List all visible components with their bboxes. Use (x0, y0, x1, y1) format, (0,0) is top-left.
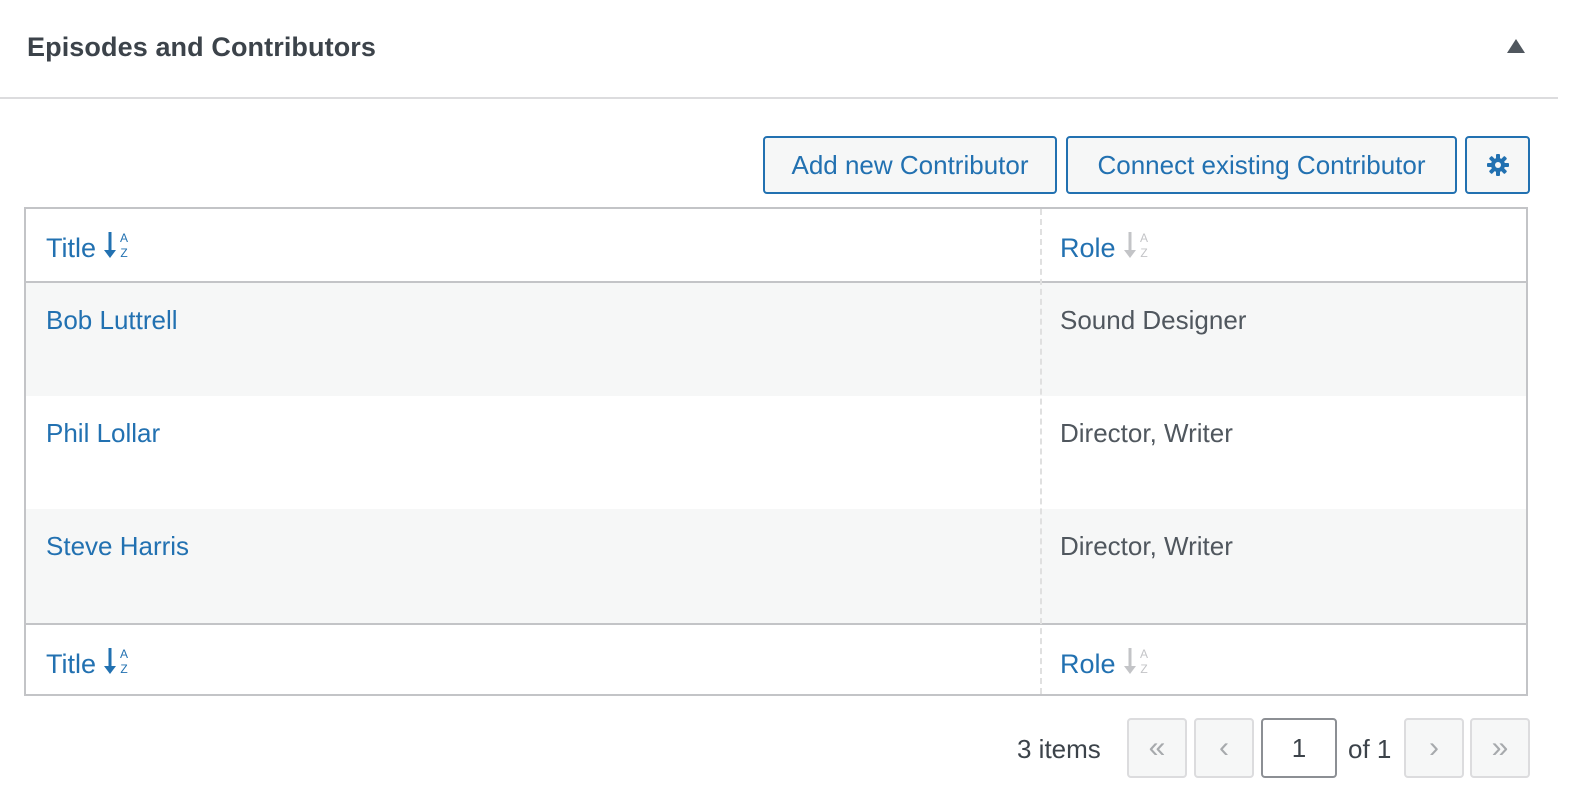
sort-by-role-header[interactable]: Role A Z (1060, 229, 1152, 268)
table-row: Phil Lollar Director, Writer (26, 396, 1526, 509)
sort-by-title-footer[interactable]: Title A Z (46, 645, 132, 684)
items-count: 3 items (1017, 734, 1101, 764)
svg-text:A: A (1140, 231, 1148, 245)
next-page-button: › (1404, 718, 1464, 778)
title-header-label: Title (46, 233, 97, 263)
table-row: Bob Luttrell Sound Designer (26, 283, 1526, 396)
contributor-title-link[interactable]: Phil Lollar (46, 418, 160, 449)
svg-text:Z: Z (120, 662, 127, 676)
sort-by-title-header[interactable]: Title A Z (46, 229, 132, 268)
table-row: Steve Harris Director, Writer (26, 509, 1526, 623)
triangle-up-icon (1507, 39, 1525, 53)
add-new-contributor-button[interactable]: Add new Contributor (763, 136, 1057, 194)
title-footer-label: Title (46, 649, 97, 679)
svg-text:A: A (120, 231, 128, 245)
first-page-button: « (1127, 718, 1187, 778)
previous-page-button: ‹ (1194, 718, 1254, 778)
svg-text:Z: Z (1140, 662, 1147, 676)
role-header-label: Role (1060, 233, 1116, 263)
pagination: 3 items « ‹ of 1 › » (0, 718, 1576, 778)
total-pages: of 1 (1348, 734, 1392, 764)
sort-inactive-icon: A Z (1123, 645, 1152, 684)
contributor-role: Director, Writer (1060, 418, 1233, 448)
svg-text:A: A (1140, 647, 1148, 661)
sort-ascending-icon: A Z (104, 229, 132, 268)
settings-button[interactable] (1465, 136, 1530, 194)
contributor-title-link[interactable]: Steve Harris (46, 531, 189, 562)
contributor-title-link[interactable]: Bob Luttrell (46, 305, 178, 336)
svg-text:Z: Z (120, 246, 127, 260)
svg-text:A: A (120, 647, 128, 661)
gear-icon (1486, 154, 1509, 176)
sort-ascending-icon: A Z (104, 645, 132, 684)
sort-inactive-icon: A Z (1123, 229, 1152, 268)
column-divider (1040, 209, 1042, 694)
sort-by-role-footer[interactable]: Role A Z (1060, 645, 1152, 684)
table-footer-row: Title A Z Role A Z (26, 623, 1526, 696)
contributors-table: Title A Z Role A Z Bob Luttrell Sound De… (24, 207, 1528, 696)
current-page-input[interactable] (1261, 718, 1337, 778)
panel-title: Episodes and Contributors (27, 32, 377, 62)
connect-existing-contributor-button[interactable]: Connect existing Contributor (1066, 136, 1457, 194)
collapse-toggle[interactable] (1502, 34, 1530, 58)
contributor-role: Sound Designer (1060, 305, 1247, 335)
last-page-button: » (1470, 718, 1530, 778)
panel-header: Episodes and Contributors (0, 0, 1558, 99)
role-footer-label: Role (1060, 649, 1116, 679)
contributor-role: Director, Writer (1060, 531, 1233, 561)
table-header-row: Title A Z Role A Z (26, 209, 1526, 283)
svg-text:Z: Z (1140, 246, 1147, 260)
